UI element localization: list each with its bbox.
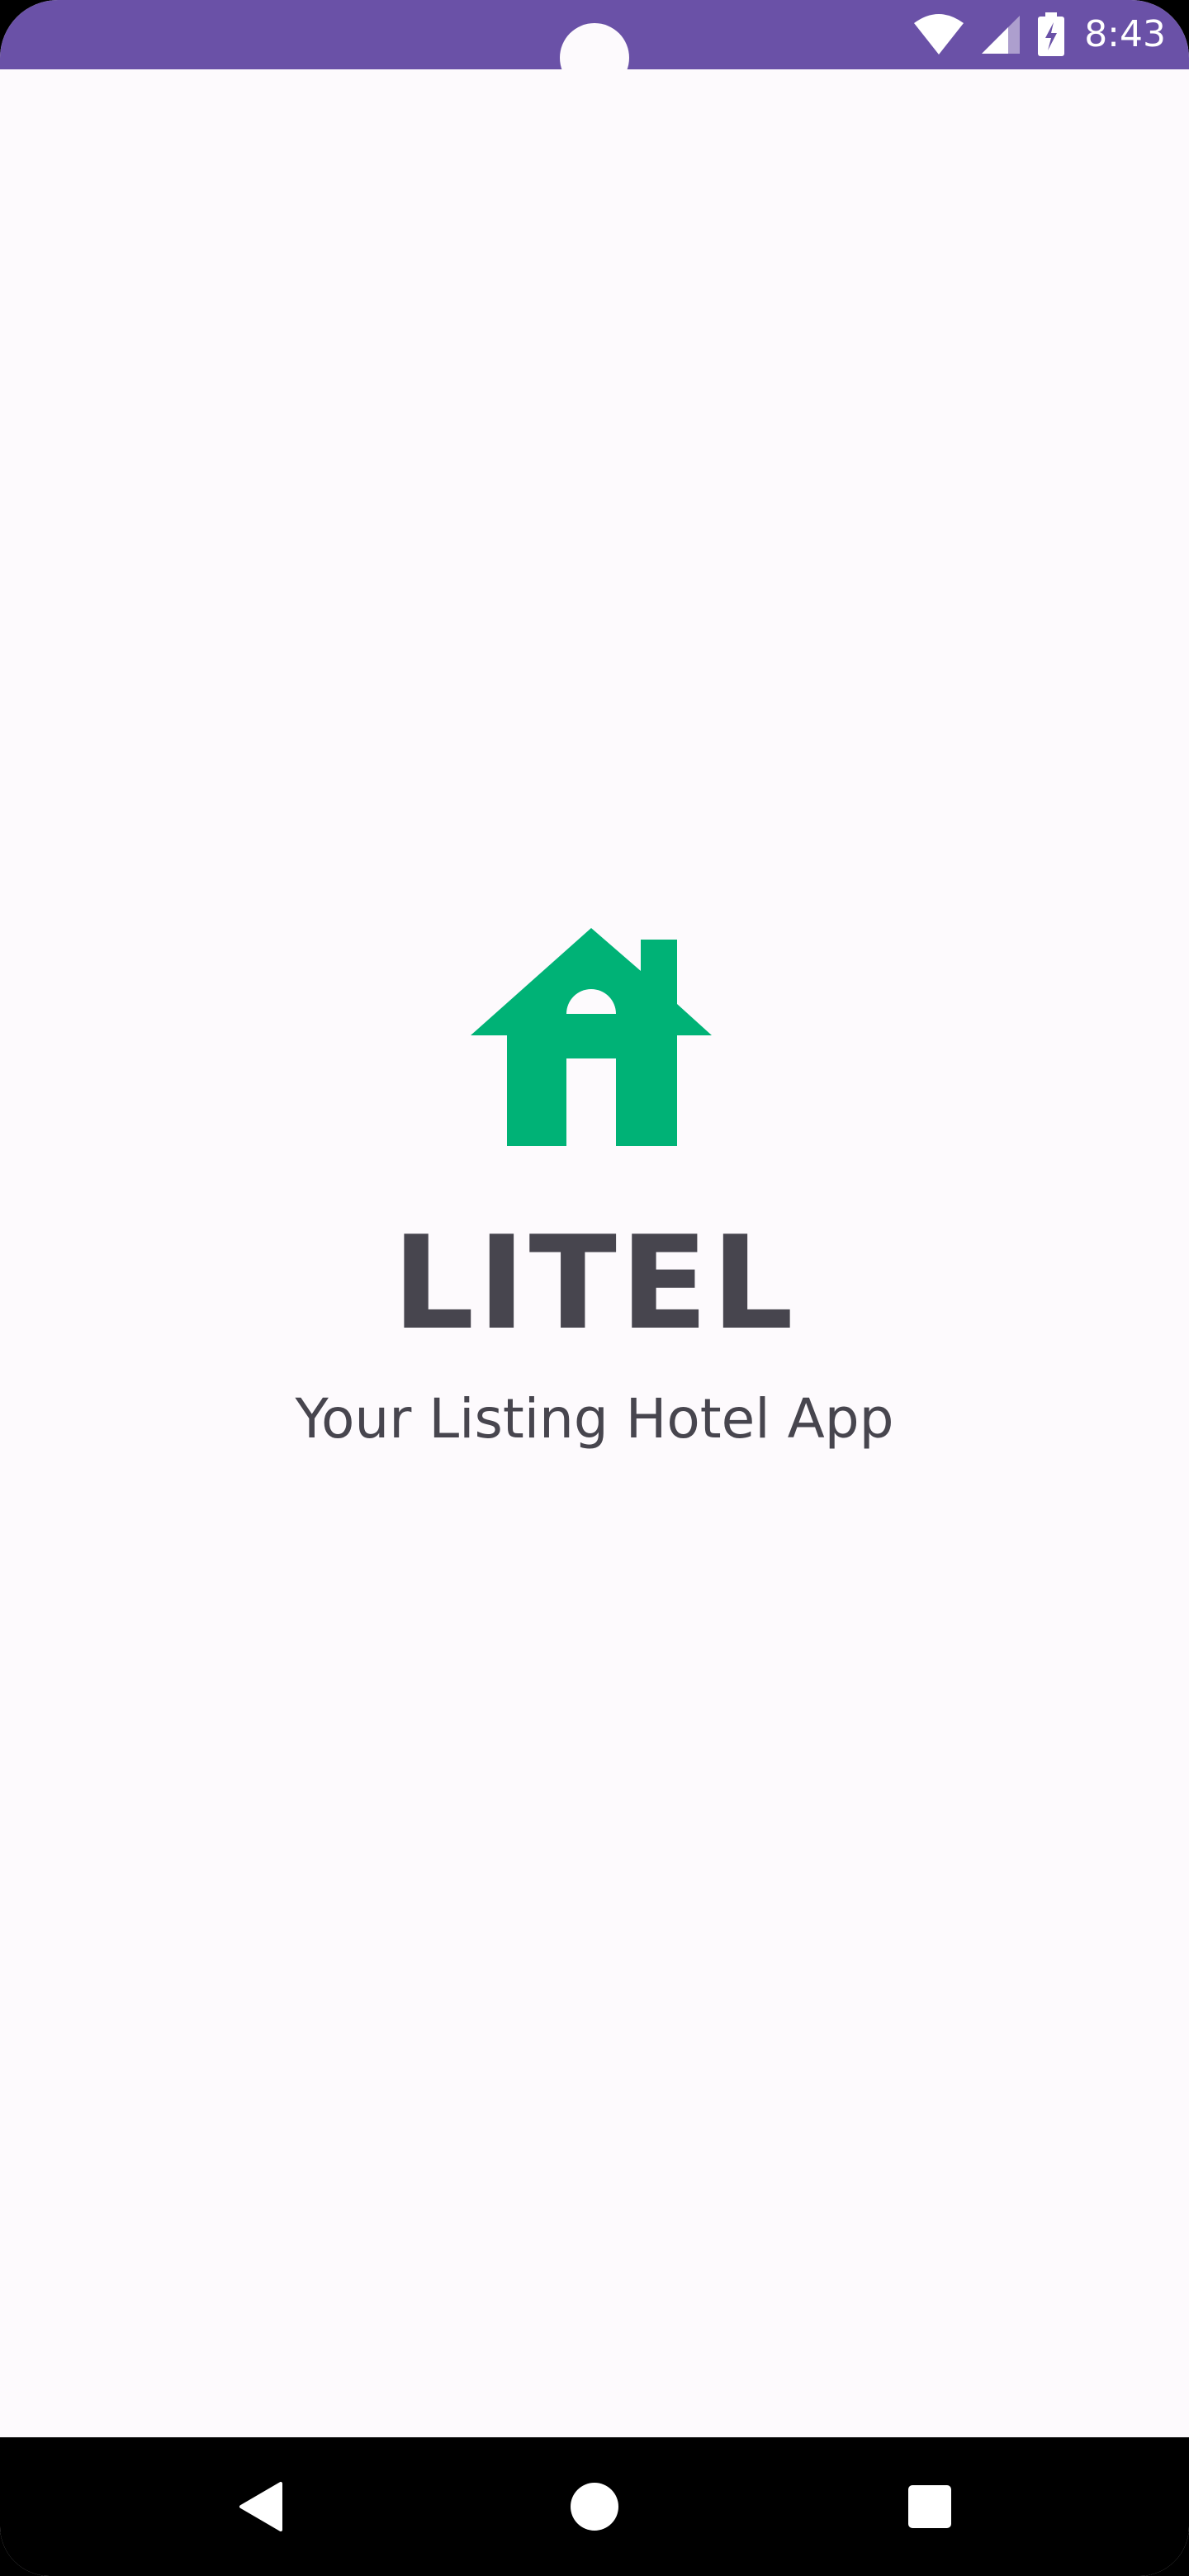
app-name: LITEL (392, 1208, 797, 1358)
back-button[interactable] (195, 2437, 327, 2576)
status-icons: 8:43 (912, 12, 1166, 58)
splash-content: LITEL Your Listing Hotel App (0, 69, 1189, 2437)
battery-charging-icon (1036, 12, 1066, 57)
app-tagline: Your Listing Hotel App (295, 1387, 894, 1451)
back-triangle-icon (239, 2482, 282, 2531)
home-button[interactable] (528, 2437, 661, 2576)
recents-button[interactable] (864, 2437, 996, 2576)
wifi-icon (912, 13, 965, 56)
house-icon (471, 928, 718, 1146)
home-circle-icon (571, 2483, 618, 2531)
splash-screen: 8:43 LITEL Your Listing Hotel App (0, 0, 1189, 2576)
cellular-signal-icon (980, 14, 1021, 55)
status-time: 8:43 (1084, 13, 1166, 55)
recents-square-icon (908, 2485, 951, 2528)
navigation-bar (0, 2437, 1189, 2576)
